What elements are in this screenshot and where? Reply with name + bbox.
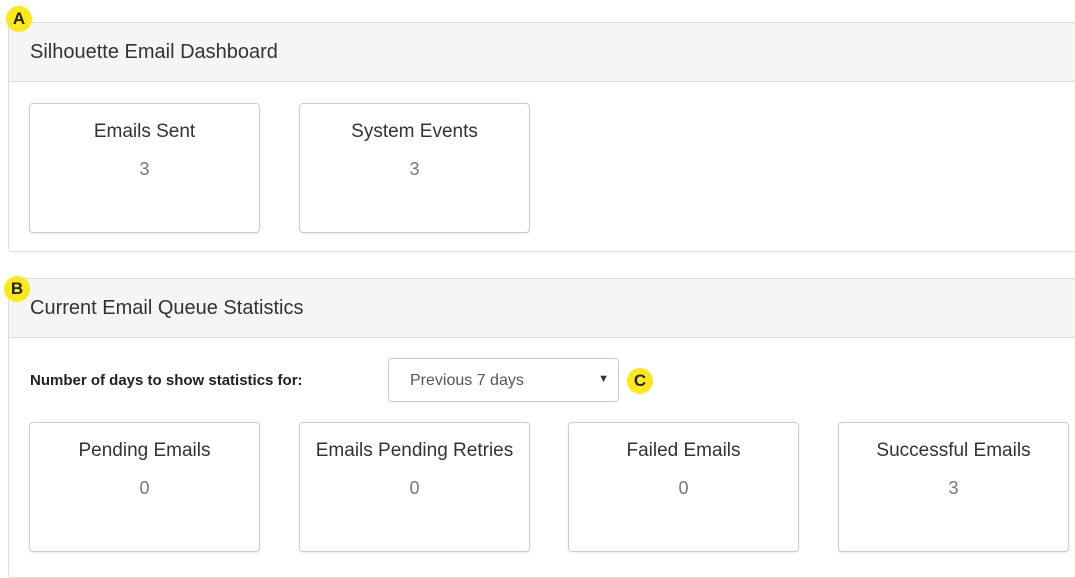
days-filter-label: Number of days to show statistics for: bbox=[30, 372, 303, 389]
card-value: 3 bbox=[948, 478, 959, 498]
annotation-marker-a: A bbox=[6, 6, 32, 32]
card-value: 0 bbox=[139, 478, 150, 498]
successful-emails-card: Successful Emails 3 bbox=[838, 422, 1069, 552]
card-label: System Events bbox=[351, 121, 478, 142]
card-label: Emails Sent bbox=[93, 121, 196, 142]
emails-sent-card: Emails Sent 3 bbox=[29, 103, 260, 233]
days-select[interactable]: Previous 7 days ▼ bbox=[388, 358, 619, 402]
card-value: 3 bbox=[409, 159, 420, 179]
system-events-card: System Events 3 bbox=[299, 103, 530, 233]
pending-emails-card: Pending Emails 0 bbox=[29, 422, 260, 552]
card-label: Successful Emails bbox=[876, 440, 1031, 461]
queue-panel-title: Current Email Queue Statistics bbox=[9, 279, 1075, 338]
card-label: Pending Emails bbox=[78, 440, 211, 461]
dashboard-panel-title: Silhouette Email Dashboard bbox=[9, 23, 1075, 82]
card-label: Emails Pending Retries bbox=[315, 440, 514, 461]
queue-statistics-panel: Current Email Queue Statistics Number of… bbox=[8, 278, 1075, 578]
failed-emails-card: Failed Emails 0 bbox=[568, 422, 799, 552]
card-value: 0 bbox=[678, 478, 689, 498]
card-value: 3 bbox=[139, 159, 150, 179]
card-value: 0 bbox=[409, 478, 420, 498]
annotation-marker-c: C bbox=[627, 368, 653, 394]
emails-pending-retries-card: Emails Pending Retries 0 bbox=[299, 422, 530, 552]
card-label: Failed Emails bbox=[626, 440, 741, 461]
days-select-value: Previous 7 days bbox=[410, 372, 524, 389]
annotation-marker-b: B bbox=[4, 276, 30, 302]
dashboard-panel: Silhouette Email Dashboard Emails Sent 3… bbox=[8, 22, 1075, 252]
caret-down-icon: ▼ bbox=[598, 373, 609, 385]
